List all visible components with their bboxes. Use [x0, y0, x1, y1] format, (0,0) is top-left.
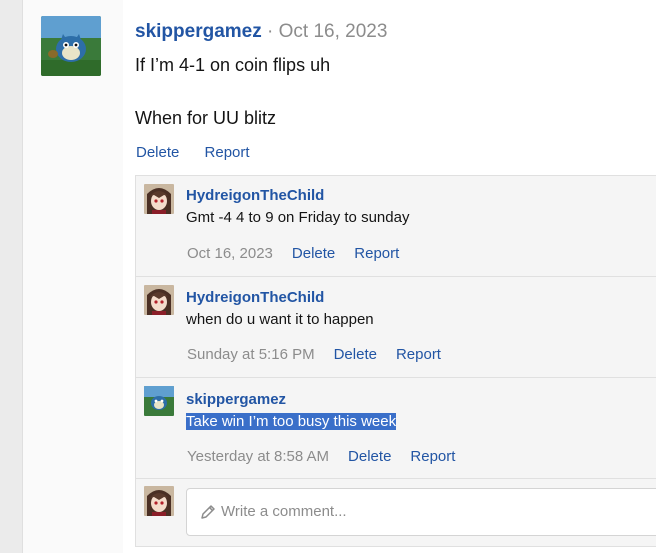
post-body-line: If I’m 4-1 on coin flips uh — [135, 55, 331, 75]
page: skippergamez · Oct 16, 2023 If I’m 4-1 o… — [0, 0, 656, 553]
avatar-image — [144, 486, 174, 516]
comment-report-link[interactable]: Report — [396, 346, 441, 363]
post-actions: Delete Report — [136, 143, 250, 163]
post-body: If I’m 4-1 on coin flips uh When for UU … — [135, 52, 330, 131]
comment-time[interactable]: Oct 16, 2023 — [187, 245, 273, 262]
comments-section: HydreigonTheChild Gmt -4 4 to 9 on Frida… — [135, 175, 656, 547]
post-body-line: When for UU blitz — [135, 108, 277, 128]
avatar-image — [144, 285, 174, 315]
commenter-avatar[interactable] — [144, 285, 174, 315]
comment-delete-link[interactable]: Delete — [348, 448, 391, 465]
comment-text: Gmt -4 4 to 9 on Friday to sunday — [186, 209, 410, 226]
commenter-avatar[interactable] — [144, 386, 174, 416]
comment-username[interactable]: HydreigonTheChild — [186, 186, 324, 206]
comment-text: when do u want it to happen — [186, 311, 374, 328]
selected-text: Take win I’m too busy this week — [186, 413, 397, 430]
comment-meta: Yesterday at 8:58 AM Delete Report — [187, 447, 455, 467]
comment-input[interactable] — [221, 501, 521, 523]
comment-meta: Sunday at 5:16 PM Delete Report — [187, 345, 441, 365]
post-header: skippergamez · Oct 16, 2023 — [135, 20, 387, 44]
comment-meta: Oct 16, 2023 Delete Report — [187, 244, 399, 264]
write-comment-box[interactable] — [186, 488, 656, 536]
comment-delete-link[interactable]: Delete — [292, 245, 335, 262]
comment-item: skippergamez Take win I’m too busy this … — [136, 378, 656, 479]
comment-item: HydreigonTheChild when do u want it to h… — [136, 277, 656, 378]
comment-username[interactable]: skippergamez — [186, 390, 286, 410]
comment-item: HydreigonTheChild Gmt -4 4 to 9 on Frida… — [136, 176, 656, 277]
post-report-link[interactable]: Report — [205, 144, 250, 161]
commenter-avatar[interactable] — [144, 184, 174, 214]
post-date[interactable]: Oct 16, 2023 — [279, 21, 388, 42]
comment-time[interactable]: Sunday at 5:16 PM — [187, 346, 315, 363]
header-separator: · — [267, 21, 274, 42]
post-delete-link[interactable]: Delete — [136, 144, 179, 161]
comment-text: Take win I’m too busy this week — [186, 412, 397, 432]
comment-delete-link[interactable]: Delete — [334, 346, 377, 363]
avatar-image — [144, 386, 174, 416]
current-user-avatar[interactable] — [144, 486, 174, 516]
post-author-avatar[interactable] — [41, 16, 101, 76]
avatar-image — [144, 184, 174, 214]
comment-time[interactable]: Yesterday at 8:58 AM — [187, 448, 329, 465]
pencil-icon — [201, 505, 215, 519]
comment-username[interactable]: HydreigonTheChild — [186, 288, 324, 308]
comment-report-link[interactable]: Report — [354, 245, 399, 262]
post-username[interactable]: skippergamez — [135, 21, 262, 42]
comment-report-link[interactable]: Report — [410, 448, 455, 465]
avatar-image — [41, 16, 101, 76]
